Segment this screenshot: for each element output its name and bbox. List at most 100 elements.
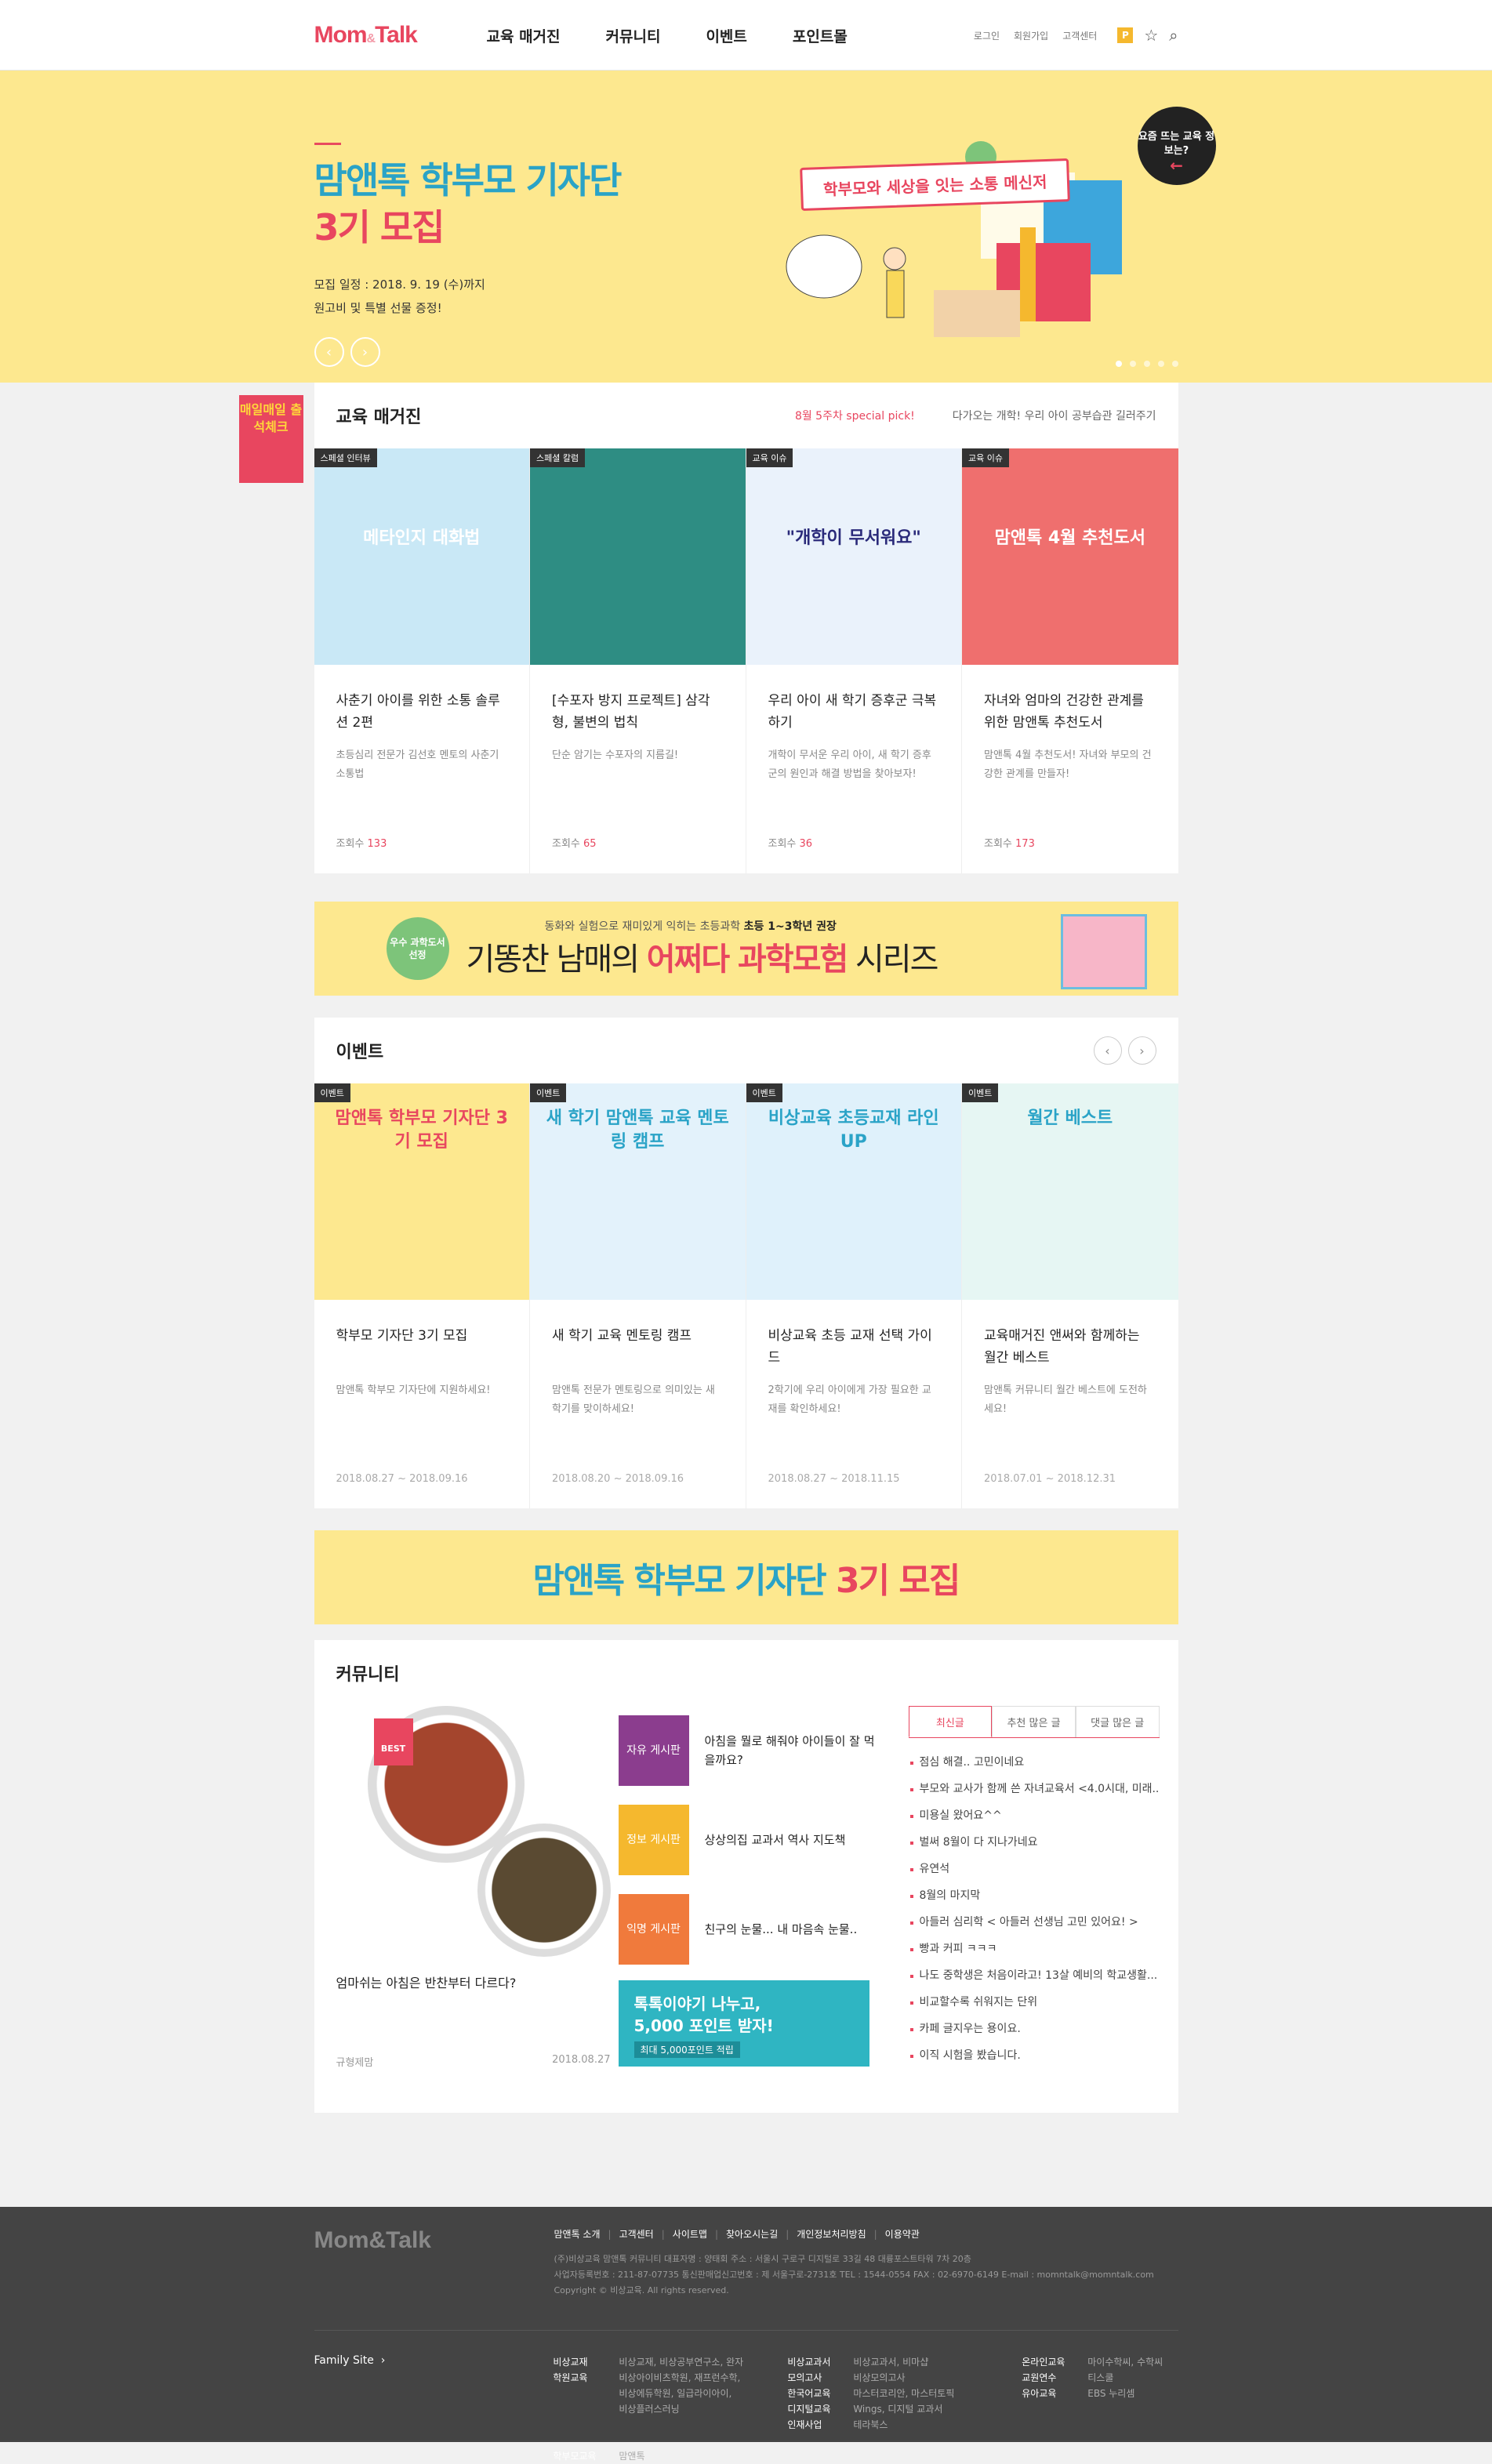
footer-menu-item[interactable]: 맘앤톡 소개 [554, 2227, 601, 2241]
card-thumb-text: 맘앤톡 학부모 기자단 3기 모집 [335, 1109, 508, 1152]
footer-menu-item[interactable]: 이용약관 [874, 2227, 920, 2241]
card-thumbnail: 이벤트 비상교육 초등교재 라인UP [746, 1083, 961, 1300]
board-title: 친구의 눈물... 내 마음속 눈물.. [704, 1922, 858, 1936]
footer-menu-item[interactable]: 고객센터 [608, 2227, 654, 2241]
card-views: 조회수 36 [768, 838, 813, 850]
card-tag: 스페셜 칼럼 [530, 448, 586, 467]
special-pick-link[interactable]: 다가오는 개학! 우리 아이 공부습관 길러주기 [953, 408, 1156, 423]
event-card[interactable]: 이벤트 새 학기 맘앤톡 교육 멘토링 캠프 새 학기 교육 멘토링 캠프 맘앤톡 전… [530, 1083, 746, 1508]
hero-dot[interactable] [1171, 361, 1178, 367]
magazine-card[interactable]: 교육 이슈맘앤톡 4월 추천도서자녀와 엄마의 건강한 관계를 위한 맘앤톡 추… [962, 448, 1178, 873]
event-prev-button[interactable]: ‹ [1093, 1036, 1122, 1065]
post-item[interactable]: 아들러 심리학 < 아들러 선생님 고민 있어요! > [909, 1909, 1160, 1936]
nav-pointmall[interactable]: 포인트몰 [793, 25, 848, 46]
post-item[interactable]: 미용실 왔어요^^ [909, 1802, 1160, 1829]
card-thumb-text: 새 학기 맘앤톡 교육 멘토링 캠프 [546, 1109, 729, 1152]
science-book-banner[interactable]: 우수 과학도서 선정 동화와 실험으로 재미있게 익히는 초등과학 초등 1~3… [314, 902, 1178, 996]
card-tag: 이벤트 [314, 1083, 350, 1102]
magazine-section: 매일매일 출석체크 교육 매거진 8월 5주차 special pick! 다가… [238, 383, 1178, 873]
hero-next-button[interactable]: › [350, 337, 380, 367]
board-item[interactable]: 자유 게시판 아침을 뭘로 해줘야 아이들이 잘 먹을까요? [618, 1706, 877, 1795]
card-thumb-text: 맘앤톡 4월 추천도서 [994, 528, 1146, 548]
magazine-card[interactable]: 스페셜 인터뷰 메타인지 대화법 사춘기 아이를 위한 소통 솔루션 2편 초등심리 … [314, 448, 530, 873]
card-tag: 스페셜 인터뷰 [314, 448, 377, 467]
card-thumb-text: 비상교육 초등교재 라인UP [768, 1109, 939, 1152]
card-date: 2018.08.27 ~ 2018.09.16 [336, 1473, 468, 1485]
post-item[interactable]: 나도 중학생은 처음이라고! 13살 예비의 학교생활... [909, 1962, 1160, 1989]
card-thumb-text: 메타인지 대화법 [363, 528, 481, 548]
post-item[interactable]: 비교할수록 쉬워지는 단위 [909, 1989, 1160, 2016]
footer-menu-item[interactable]: 찾아오시는길 [715, 2227, 778, 2241]
best-badge: BEST [373, 1718, 413, 1765]
post-item[interactable]: 부모와 교사가 함께 쓴 자녀교육서 <4.0시대, 미래... [909, 1776, 1160, 1802]
footer-menu-item[interactable]: 개인정보처리방침 [786, 2227, 866, 2241]
hero-dot[interactable] [1143, 361, 1150, 367]
community-heading: 커뮤니티 [336, 1665, 400, 1685]
card-thumbnail: 교육 이슈맘앤톡 4월 추천도서 [962, 448, 1178, 665]
post-item[interactable]: 벌써 8월이 다 지나가네요 [909, 1829, 1160, 1856]
card-thumbnail: 이벤트 월간 베스트 [962, 1083, 1178, 1300]
card-thumbnail: 교육 이슈 "개학이 무서워요" [746, 448, 961, 665]
site-header: Mom&Talk 교육 매거진 커뮤니티 이벤트 포인트몰 로그인 회원가입 고… [0, 0, 1492, 71]
event-heading: 이벤트 [336, 1043, 384, 1062]
magazine-card[interactable]: 스페셜 칼럼 [수포자 방지 프로젝트] 삼각형, 불변의 법칙 단순 암기는 수포… [530, 448, 746, 873]
hero-dot[interactable] [1115, 361, 1122, 367]
board-icon: 자유 게시판 [618, 1715, 689, 1786]
card-date: 2018.08.20 ~ 2018.09.16 [552, 1473, 684, 1485]
magazine-card[interactable]: 교육 이슈 "개학이 무서워요" 우리 아이 새 학기 증후군 극복하기 개학이 무서… [746, 448, 962, 873]
post-item[interactable]: 8월의 마지막 [909, 1882, 1160, 1909]
footer-menu-item[interactable]: 사이트맵 [662, 2227, 707, 2241]
hero-banner[interactable]: 맘앤톡 학부모 기자단 3기 모집 모집 일정 : 2018. 9. 19 (수)… [0, 71, 1492, 383]
post-tabs: 최신글 추천 많은 글 댓글 많은 글 점심 해결.. 고민이네요 부모와 교사가… [908, 1706, 1160, 2069]
star-icon[interactable]: ☆ [1144, 26, 1158, 45]
post-item[interactable]: 점심 해결.. 고민이네요 [909, 1749, 1160, 1776]
board-item[interactable]: 정보 게시판 상상의집 교과서 역사 지도책 [618, 1795, 877, 1885]
attendance-check-button[interactable]: 매일매일 출석체크 [238, 395, 303, 483]
join-link[interactable]: 회원가입 [1014, 29, 1048, 42]
nav-magazine[interactable]: 교육 매거진 [487, 25, 561, 46]
card-desc: 맘앤톡 커뮤니티 월간 베스트에 도전하세요! [984, 1384, 1147, 1415]
card-thumbnail: 이벤트맘앤톡 학부모 기자단 3기 모집 [314, 1083, 529, 1300]
support-link[interactable]: 고객센터 [1062, 29, 1097, 42]
post-item[interactable]: 빵과 커피 ㅋㅋㅋ [909, 1936, 1160, 1962]
hero-prev-button[interactable]: ‹ [314, 337, 344, 367]
best-date: 2018.08.27 [552, 2054, 611, 2066]
card-thumb-text: 월간 베스트 [1027, 1109, 1113, 1128]
event-card[interactable]: 이벤트 맘앤톡 학부모 기자단 3기 모집 학부모 기자단 3기 모집 맘앤톡 학부모… [314, 1083, 530, 1508]
site-logo[interactable]: Mom&Talk [314, 22, 487, 49]
family-site-label[interactable]: Family Site › [314, 2354, 554, 2464]
search-icon[interactable]: ⌕ [1169, 26, 1178, 45]
nav-event[interactable]: 이벤트 [706, 25, 746, 46]
board-list: 자유 게시판 아침을 뭘로 해줘야 아이들이 잘 먹을까요? 정보 게시판 상상… [618, 1706, 877, 2069]
card-title: 자녀와 엄마의 건강한 관계를 위한 맘앤톡 추천도서 [984, 693, 1144, 731]
best-post[interactable]: BEST 엄마쉬는 아침은 반찬부터 다르다? 규형제맘 2018.08.27 [336, 1706, 619, 2069]
card-date: 2018.08.27 ~ 2018.11.15 [768, 1473, 900, 1485]
event-next-button[interactable]: › [1127, 1036, 1156, 1065]
event-card[interactable]: 이벤트 비상교육 초등교재 라인UP 비상교육 초등 교재 선택 가이드 2학기에 우… [746, 1083, 962, 1508]
card-tag: 교육 이슈 [962, 448, 1009, 467]
board-title: 상상의집 교과서 역사 지도책 [704, 1833, 846, 1847]
nav-community[interactable]: 커뮤니티 [606, 25, 661, 46]
point-icon[interactable]: P [1117, 27, 1134, 43]
tab-comments[interactable]: 댓글 많은 글 [1075, 1706, 1160, 1737]
hero-dot[interactable] [1157, 361, 1164, 367]
banner-title: 기똥찬 남매의 어쩌다 과학모험 시리즈 [466, 942, 939, 978]
login-link[interactable]: 로그인 [974, 29, 1000, 42]
event-card[interactable]: 이벤트 월간 베스트 교육매거진 앤써와 함께하는 월간 베스트 맘앤톡 커뮤니티 월… [962, 1083, 1178, 1508]
post-item[interactable]: 이직 시험을 봤습니다. [909, 2042, 1160, 2069]
hero-dot[interactable] [1129, 361, 1136, 367]
reporter-recruit-banner[interactable]: 맘앤톡 학부모 기자단 3기 모집 [314, 1530, 1178, 1624]
board-item[interactable]: 익명 게시판 친구의 눈물... 내 마음속 눈물.. [618, 1885, 877, 1974]
post-item[interactable]: 유연석 [909, 1856, 1160, 1882]
post-item[interactable]: 카페 글지우는 용이요. [909, 2016, 1160, 2042]
card-thumbnail: 스페셜 인터뷰메타인지 대화법 [314, 448, 529, 665]
hero-badge[interactable]: 요즘 뜨는 교육 정보는? ← [1137, 107, 1216, 185]
card-desc: 맘앤톡 전문가 멘토링으로 의미있는 새 학기를 맞이하세요! [552, 1384, 715, 1415]
point-promo-banner[interactable]: 톡톡이야기 나누고, 5,000 포인트 받자! 최대 5,000포인트 적립 [618, 1980, 869, 2067]
board-title: 아침을 뭘로 해줘야 아이들이 잘 먹을까요? [704, 1734, 875, 1767]
card-desc: 개학이 무서운 우리 아이, 새 학기 증후군의 원인과 해결 방법을 찾아보자… [768, 749, 931, 780]
tab-recommended[interactable]: 추천 많은 글 [992, 1706, 1076, 1737]
tab-latest[interactable]: 최신글 [908, 1706, 993, 1737]
card-desc: 맘앤톡 4월 추천도서! 자녀와 부모의 건강한 관계를 만들자! [984, 749, 1152, 780]
footer-menu: 맘앤톡 소개 고객센터 사이트맵 찾아오시는길 개인정보처리방침 이용약관 [554, 2227, 1178, 2241]
